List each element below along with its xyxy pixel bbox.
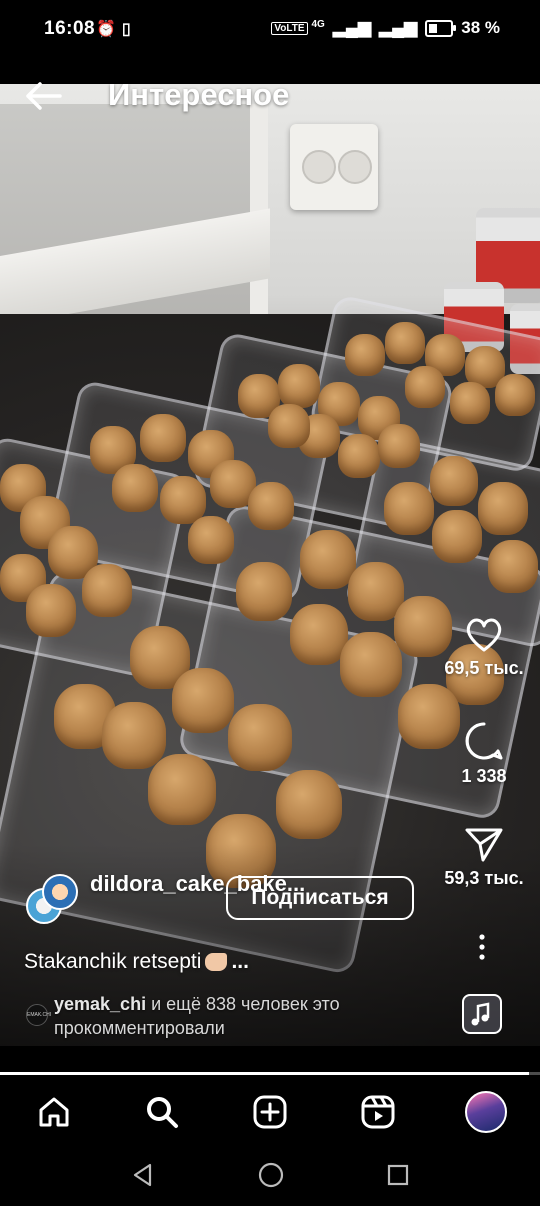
arrow-left-icon[interactable] xyxy=(24,80,64,112)
reels-icon[interactable] xyxy=(348,1082,408,1142)
caption-text: Stakanchik retsepti xyxy=(24,950,202,973)
pastry xyxy=(495,374,535,416)
vibrate-icon: ▯ xyxy=(121,21,131,38)
pastry xyxy=(488,540,538,593)
like-count: 69,5 тыс. xyxy=(444,658,524,678)
pastry xyxy=(385,322,425,364)
create-post-icon[interactable] xyxy=(240,1082,300,1142)
comments-summary[interactable]: yemak_chi и ещё 838 человек это прокомме… xyxy=(54,992,414,1040)
background-outlet xyxy=(290,124,378,210)
author-name[interactable]: dildora_cake_bake... xyxy=(90,870,305,898)
post-caption[interactable]: Stakanchik retsepti... xyxy=(24,950,249,974)
pastry xyxy=(160,476,206,524)
pastry xyxy=(236,562,292,621)
pastry xyxy=(228,704,292,771)
bottom-navigation xyxy=(0,1080,540,1144)
search-icon[interactable] xyxy=(132,1082,192,1142)
music-note-icon xyxy=(471,1002,490,1026)
pastry xyxy=(112,464,158,512)
pastry xyxy=(26,584,76,637)
status-left-icons: ⏰ ▯ xyxy=(96,19,131,39)
status-bar: 16:08 ⏰ ▯ VoLTE 4G ▂▄▆ ▂▄▆ 38 % xyxy=(0,0,540,58)
battery-fill xyxy=(429,23,437,33)
system-navigation xyxy=(0,1144,540,1206)
video-progress-fill xyxy=(0,1072,530,1075)
share-button[interactable]: 59,3 тыс. xyxy=(434,826,534,889)
like-button[interactable]: 69,5 тыс. xyxy=(434,616,534,679)
author-avatar[interactable] xyxy=(26,874,78,924)
pointing-hand-icon xyxy=(205,953,228,972)
pastry xyxy=(345,334,385,376)
commenter-avatar: EMAK.CHI xyxy=(26,1004,51,1026)
recents-square-icon[interactable] xyxy=(386,1163,410,1187)
pastry xyxy=(268,404,310,448)
pastry xyxy=(430,456,478,506)
commenter-name: yemak_chi xyxy=(54,994,147,1014)
back-triangle-icon[interactable] xyxy=(130,1162,156,1188)
video-progress-bar[interactable] xyxy=(0,1072,540,1075)
alarm-icon: ⏰ xyxy=(96,21,116,38)
pastry xyxy=(248,482,294,530)
pastry xyxy=(148,754,216,825)
pastry xyxy=(172,668,234,733)
caption-more[interactable]: ... xyxy=(231,950,249,973)
comment-icon xyxy=(465,722,503,760)
profile-avatar[interactable] xyxy=(456,1082,516,1142)
audio-track-button[interactable] xyxy=(462,994,502,1034)
pastry xyxy=(478,482,528,535)
send-icon xyxy=(465,828,503,862)
pastry xyxy=(278,364,320,408)
pastry xyxy=(102,702,166,769)
comment-count: 1 338 xyxy=(461,766,507,786)
share-count: 59,3 тыс. xyxy=(444,868,524,888)
battery-percent: 38 % xyxy=(461,18,500,37)
pastry xyxy=(290,604,348,665)
pastry xyxy=(140,414,186,462)
pastry xyxy=(300,530,356,589)
pastry xyxy=(338,434,380,478)
pastry xyxy=(405,366,445,408)
signal-icon-2: ▂▄▆ xyxy=(379,18,418,37)
pastry xyxy=(450,382,490,424)
network-label: 4G xyxy=(311,18,325,30)
status-right: VoLTE 4G ▂▄▆ ▂▄▆ 38 % xyxy=(271,18,500,38)
more-options-icon[interactable] xyxy=(474,932,490,962)
comment-button[interactable]: 1 338 xyxy=(434,720,534,787)
pastry xyxy=(340,632,402,697)
battery-icon xyxy=(425,19,457,37)
pastry xyxy=(188,516,234,564)
pastry xyxy=(432,510,482,563)
pastry xyxy=(378,424,420,468)
home-circle-icon[interactable] xyxy=(257,1161,285,1189)
status-time: 16:08 xyxy=(44,18,96,39)
home-icon[interactable] xyxy=(24,1082,84,1142)
follow-button[interactable]: Подписаться xyxy=(226,876,414,920)
signal-icon: ▂▄▆ xyxy=(332,18,372,37)
pastry xyxy=(276,770,342,839)
heart-icon xyxy=(466,618,502,652)
pastry xyxy=(82,564,132,617)
volte-badge: VoLTE xyxy=(271,21,308,35)
page-title: Интересное xyxy=(108,77,290,112)
pastry xyxy=(384,482,434,535)
